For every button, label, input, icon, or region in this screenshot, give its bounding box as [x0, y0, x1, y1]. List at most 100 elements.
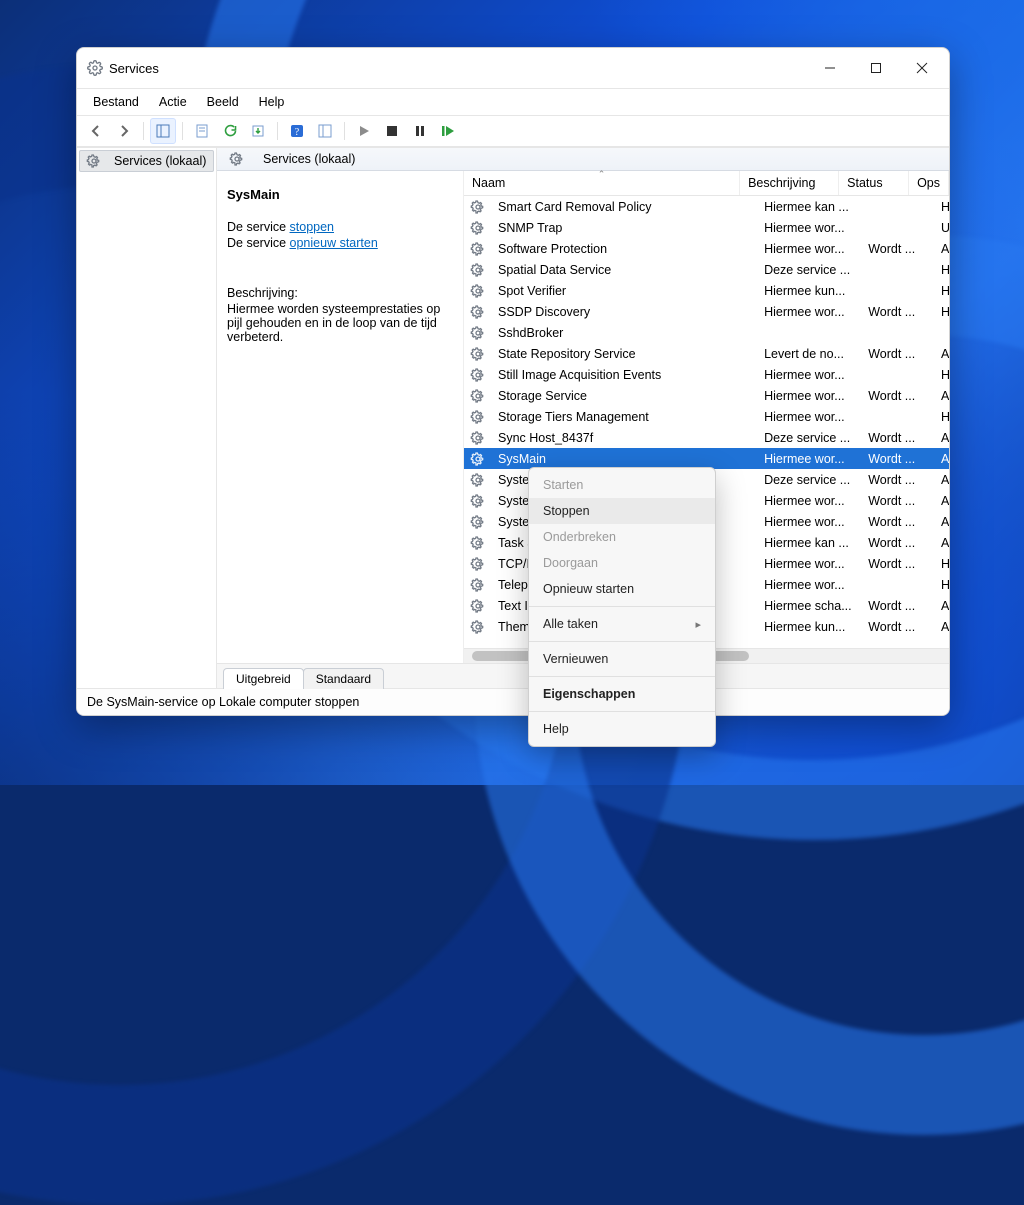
service-icon — [470, 304, 486, 320]
service-row[interactable]: Storage Tiers ManagementHiermee wor...Ha… — [464, 406, 949, 427]
service-icon — [470, 220, 486, 236]
selected-service-name: SysMain — [227, 187, 453, 202]
nav-forward-button[interactable] — [111, 118, 137, 144]
pane-header: Services (lokaal) — [217, 148, 949, 171]
minimize-button[interactable] — [807, 52, 853, 84]
menu-help[interactable]: Help — [251, 92, 293, 112]
service-info-panel: SysMain De service stoppen De service op… — [217, 171, 464, 663]
titlebar[interactable]: Services — [77, 48, 949, 89]
service-icon — [470, 388, 486, 404]
ctx-all-tasks[interactable]: Alle taken ▸ — [529, 611, 715, 637]
service-row[interactable]: SSDP DiscoveryHiermee wor...Wordt ...Har — [464, 301, 949, 322]
toolbar: ? — [77, 116, 949, 147]
service-icon — [470, 430, 486, 446]
export-list-button[interactable] — [245, 118, 271, 144]
service-row[interactable]: Software ProtectionHiermee wor...Wordt .… — [464, 238, 949, 259]
stop-service-link[interactable]: stoppen — [290, 220, 334, 234]
service-description: Deze service ... — [756, 473, 860, 487]
service-icon — [470, 283, 486, 299]
restart-service-link[interactable]: opnieuw starten — [290, 236, 378, 250]
service-icon — [470, 472, 486, 488]
ctx-restart[interactable]: Opnieuw starten — [529, 576, 715, 602]
window-title: Services — [109, 61, 159, 76]
service-row[interactable]: Storage ServiceHiermee wor...Wordt ...Au… — [464, 385, 949, 406]
tree-root-services[interactable]: Services (lokaal) — [79, 150, 214, 172]
column-name[interactable]: Naam ⌃ — [464, 171, 740, 195]
service-row[interactable]: Sync Host_8437fDeze service ...Wordt ...… — [464, 427, 949, 448]
service-row[interactable]: SNMP TrapHiermee wor...Uitg — [464, 217, 949, 238]
service-name: SNMP Trap — [498, 221, 562, 235]
service-restart-button[interactable] — [435, 118, 461, 144]
service-description: Hiermee kan ... — [756, 536, 860, 550]
status-bar: De SysMain-service op Lokale computer st… — [77, 688, 949, 715]
sort-indicator-icon: ⌃ — [598, 169, 606, 180]
service-startup: Har — [933, 578, 949, 592]
service-row[interactable]: SshdBroker — [464, 322, 949, 343]
service-row[interactable]: SysMainHiermee wor...Wordt ...Aut — [464, 448, 949, 469]
tab-extended[interactable]: Uitgebreid — [223, 668, 304, 689]
service-status: Wordt ... — [860, 557, 933, 571]
service-icon — [470, 346, 486, 362]
toolbar-separator — [143, 122, 144, 140]
service-start-button[interactable] — [351, 118, 377, 144]
close-button[interactable] — [899, 52, 945, 84]
menu-view[interactable]: Beeld — [199, 92, 247, 112]
service-description: Levert de no... — [756, 347, 860, 361]
service-stop-button[interactable] — [379, 118, 405, 144]
ctx-separator — [529, 641, 715, 642]
refresh-button[interactable] — [217, 118, 243, 144]
show-hide-tree-button[interactable] — [150, 118, 176, 144]
ctx-pause: Onderbreken — [529, 524, 715, 550]
menu-action[interactable]: Actie — [151, 92, 195, 112]
ctx-stop[interactable]: Stoppen — [529, 498, 715, 524]
ctx-refresh[interactable]: Vernieuwen — [529, 646, 715, 672]
service-status: Wordt ... — [860, 305, 933, 319]
service-row[interactable]: Still Image Acquisition EventsHiermee wo… — [464, 364, 949, 385]
service-description: Hiermee kun... — [756, 284, 860, 298]
service-name: Storage Tiers Management — [498, 410, 649, 424]
service-startup: Har — [933, 557, 949, 571]
toolbar-separator — [277, 122, 278, 140]
service-description: Hiermee wor... — [756, 557, 860, 571]
column-status[interactable]: Status — [839, 171, 909, 195]
properties-button[interactable] — [189, 118, 215, 144]
nav-back-button[interactable] — [83, 118, 109, 144]
service-status: Wordt ... — [860, 431, 933, 445]
service-row[interactable]: State Repository ServiceLevert de no...W… — [464, 343, 949, 364]
tab-standard[interactable]: Standaard — [303, 668, 384, 689]
service-name: Storage Service — [498, 389, 587, 403]
service-description: Hiermee wor... — [756, 515, 860, 529]
service-startup: Aut — [933, 473, 949, 487]
service-icon — [470, 493, 486, 509]
service-icon — [470, 325, 486, 341]
description-text: Hiermee worden systeemprestaties op pijl… — [227, 302, 453, 344]
service-name: SshdBroker — [498, 326, 563, 340]
ctx-properties[interactable]: Eigenschappen — [529, 681, 715, 707]
service-icon — [470, 262, 486, 278]
service-row[interactable]: Smart Card Removal PolicyHiermee kan ...… — [464, 196, 949, 217]
service-startup: Aut — [933, 599, 949, 613]
service-startup: Har — [933, 410, 949, 424]
help-button[interactable]: ? — [284, 118, 310, 144]
service-name: Spot Verifier — [498, 284, 566, 298]
service-name: Software Protection — [498, 242, 607, 256]
service-description: Hiermee wor... — [756, 305, 860, 319]
ctx-help[interactable]: Help — [529, 716, 715, 742]
service-row[interactable]: Spatial Data ServiceDeze service ...Har — [464, 259, 949, 280]
console-tree: Services (lokaal) — [77, 147, 217, 688]
status-text: De SysMain-service op Lokale computer st… — [87, 695, 359, 709]
service-row[interactable]: Spot VerifierHiermee kun...Har — [464, 280, 949, 301]
column-description[interactable]: Beschrijving — [740, 171, 839, 195]
service-status: Wordt ... — [860, 452, 933, 466]
ctx-separator — [529, 606, 715, 607]
column-startup[interactable]: Ops — [909, 171, 949, 195]
toolbar-button[interactable] — [312, 118, 338, 144]
service-pause-button[interactable] — [407, 118, 433, 144]
maximize-button[interactable] — [853, 52, 899, 84]
service-description: Hiermee scha... — [756, 599, 860, 613]
menu-file[interactable]: Bestand — [85, 92, 147, 112]
service-icon — [470, 535, 486, 551]
services-icon — [86, 153, 102, 169]
service-icon — [470, 598, 486, 614]
service-description: Hiermee kun... — [756, 620, 860, 634]
